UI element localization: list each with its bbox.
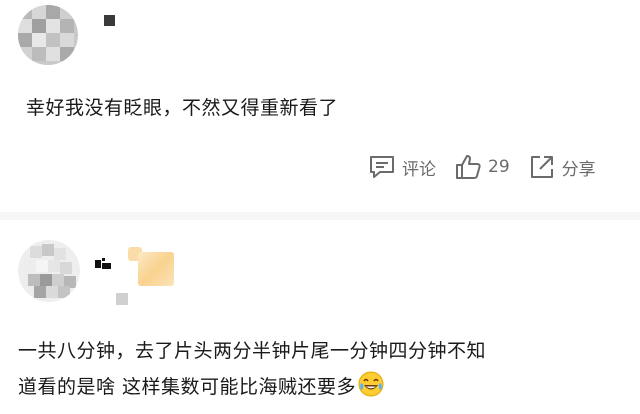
level-badge xyxy=(116,293,128,305)
like-count: 29 xyxy=(488,157,510,177)
user-avatar[interactable] xyxy=(18,240,80,302)
comment-text-line: 一共八分钟，去了片头两分半钟片尾一分钟四分钟不知 xyxy=(18,340,487,362)
comment-text: 幸好我没有眨眼，不然又得重新看了 xyxy=(26,97,339,119)
badge-icon xyxy=(95,255,111,269)
share-icon xyxy=(528,153,562,181)
comment-feed: 幸好我没有眨眼，不然又得重新看了 评论 29 分享 一共八分钟，去了片头两分半钟… xyxy=(0,0,640,414)
username-blurred[interactable] xyxy=(138,252,174,286)
comment-text-line: 道看的是啥 这样集数可能比海贼还要多 xyxy=(18,369,628,409)
comment-actions: 评论 29 分享 xyxy=(368,150,614,184)
comment-divider xyxy=(0,212,640,220)
reply-label: 评论 xyxy=(402,159,436,180)
like-button[interactable]: 29 xyxy=(454,153,510,181)
laughing-tears-emoji-icon xyxy=(358,371,384,409)
share-button[interactable]: 分享 xyxy=(528,153,596,181)
reply-button[interactable]: 评论 xyxy=(368,154,436,180)
thumbs-up-icon xyxy=(454,153,488,181)
comment-text-line-content: 道看的是啥 这样集数可能比海贼还要多 xyxy=(18,376,357,398)
share-label: 分享 xyxy=(561,159,596,180)
comment-text: 一共八分钟，去了片头两分半钟片尾一分钟四分钟不知 道看的是啥 这样集数可能比海贼… xyxy=(18,333,628,409)
comment-icon xyxy=(368,154,402,180)
user-avatar[interactable] xyxy=(18,5,78,65)
username-blurred[interactable] xyxy=(104,15,115,26)
